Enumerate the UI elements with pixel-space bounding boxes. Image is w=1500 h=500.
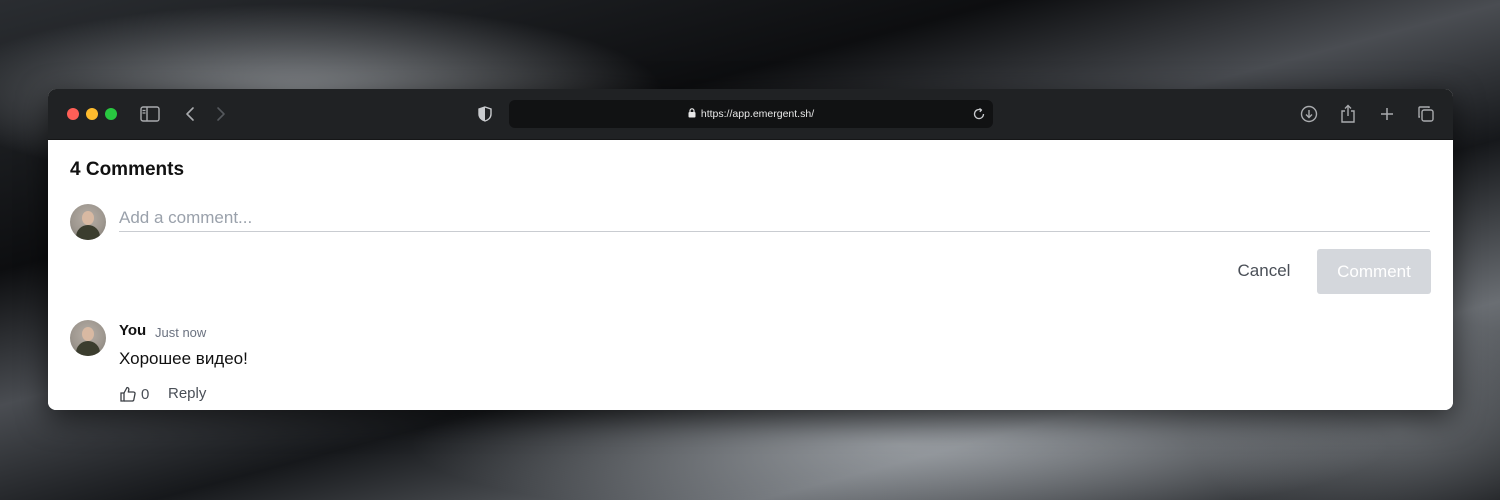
address-bar[interactable]: https://app.emergent.sh/ (509, 100, 993, 128)
thumbs-up-icon (120, 386, 136, 402)
comment-author-avatar (70, 320, 106, 356)
address-bar-url: https://app.emergent.sh/ (509, 100, 993, 128)
reply-button[interactable]: Reply (168, 384, 206, 404)
downloads-icon[interactable] (1297, 102, 1321, 126)
back-icon[interactable] (178, 102, 202, 126)
forward-icon[interactable] (209, 102, 233, 126)
comment-text: Хорошее видео! (119, 349, 248, 368)
share-icon[interactable] (1336, 102, 1360, 126)
comments-heading: 4 Comments (70, 159, 185, 180)
lock-icon (688, 108, 696, 118)
close-window-button[interactable] (67, 108, 79, 120)
comment-author[interactable]: You (119, 322, 146, 339)
comment-submit-button[interactable]: Comment (1317, 249, 1431, 294)
browser-window: https://app.emergent.sh/ 4 Comments Canc… (48, 89, 1453, 410)
like-count: 0 (141, 385, 150, 403)
browser-toolbar: https://app.emergent.sh/ (48, 89, 1453, 140)
comment-input[interactable] (119, 205, 1430, 232)
tab-overview-icon[interactable] (1414, 102, 1438, 126)
privacy-shield-icon[interactable] (473, 102, 497, 126)
new-tab-icon[interactable] (1375, 102, 1399, 126)
url-text: https://app.emergent.sh/ (700, 108, 815, 120)
maximize-window-button[interactable] (105, 108, 117, 120)
like-button[interactable]: 0 (119, 384, 149, 404)
minimize-window-button[interactable] (86, 108, 98, 120)
comment-timestamp: Just now (155, 325, 207, 340)
reload-icon[interactable] (971, 106, 987, 122)
comments-section: 4 Comments Cancel Comment You Just now Х… (48, 140, 1453, 410)
current-user-avatar (70, 204, 106, 240)
sidebar-icon[interactable] (138, 102, 162, 126)
cancel-button[interactable]: Cancel (1224, 249, 1304, 293)
